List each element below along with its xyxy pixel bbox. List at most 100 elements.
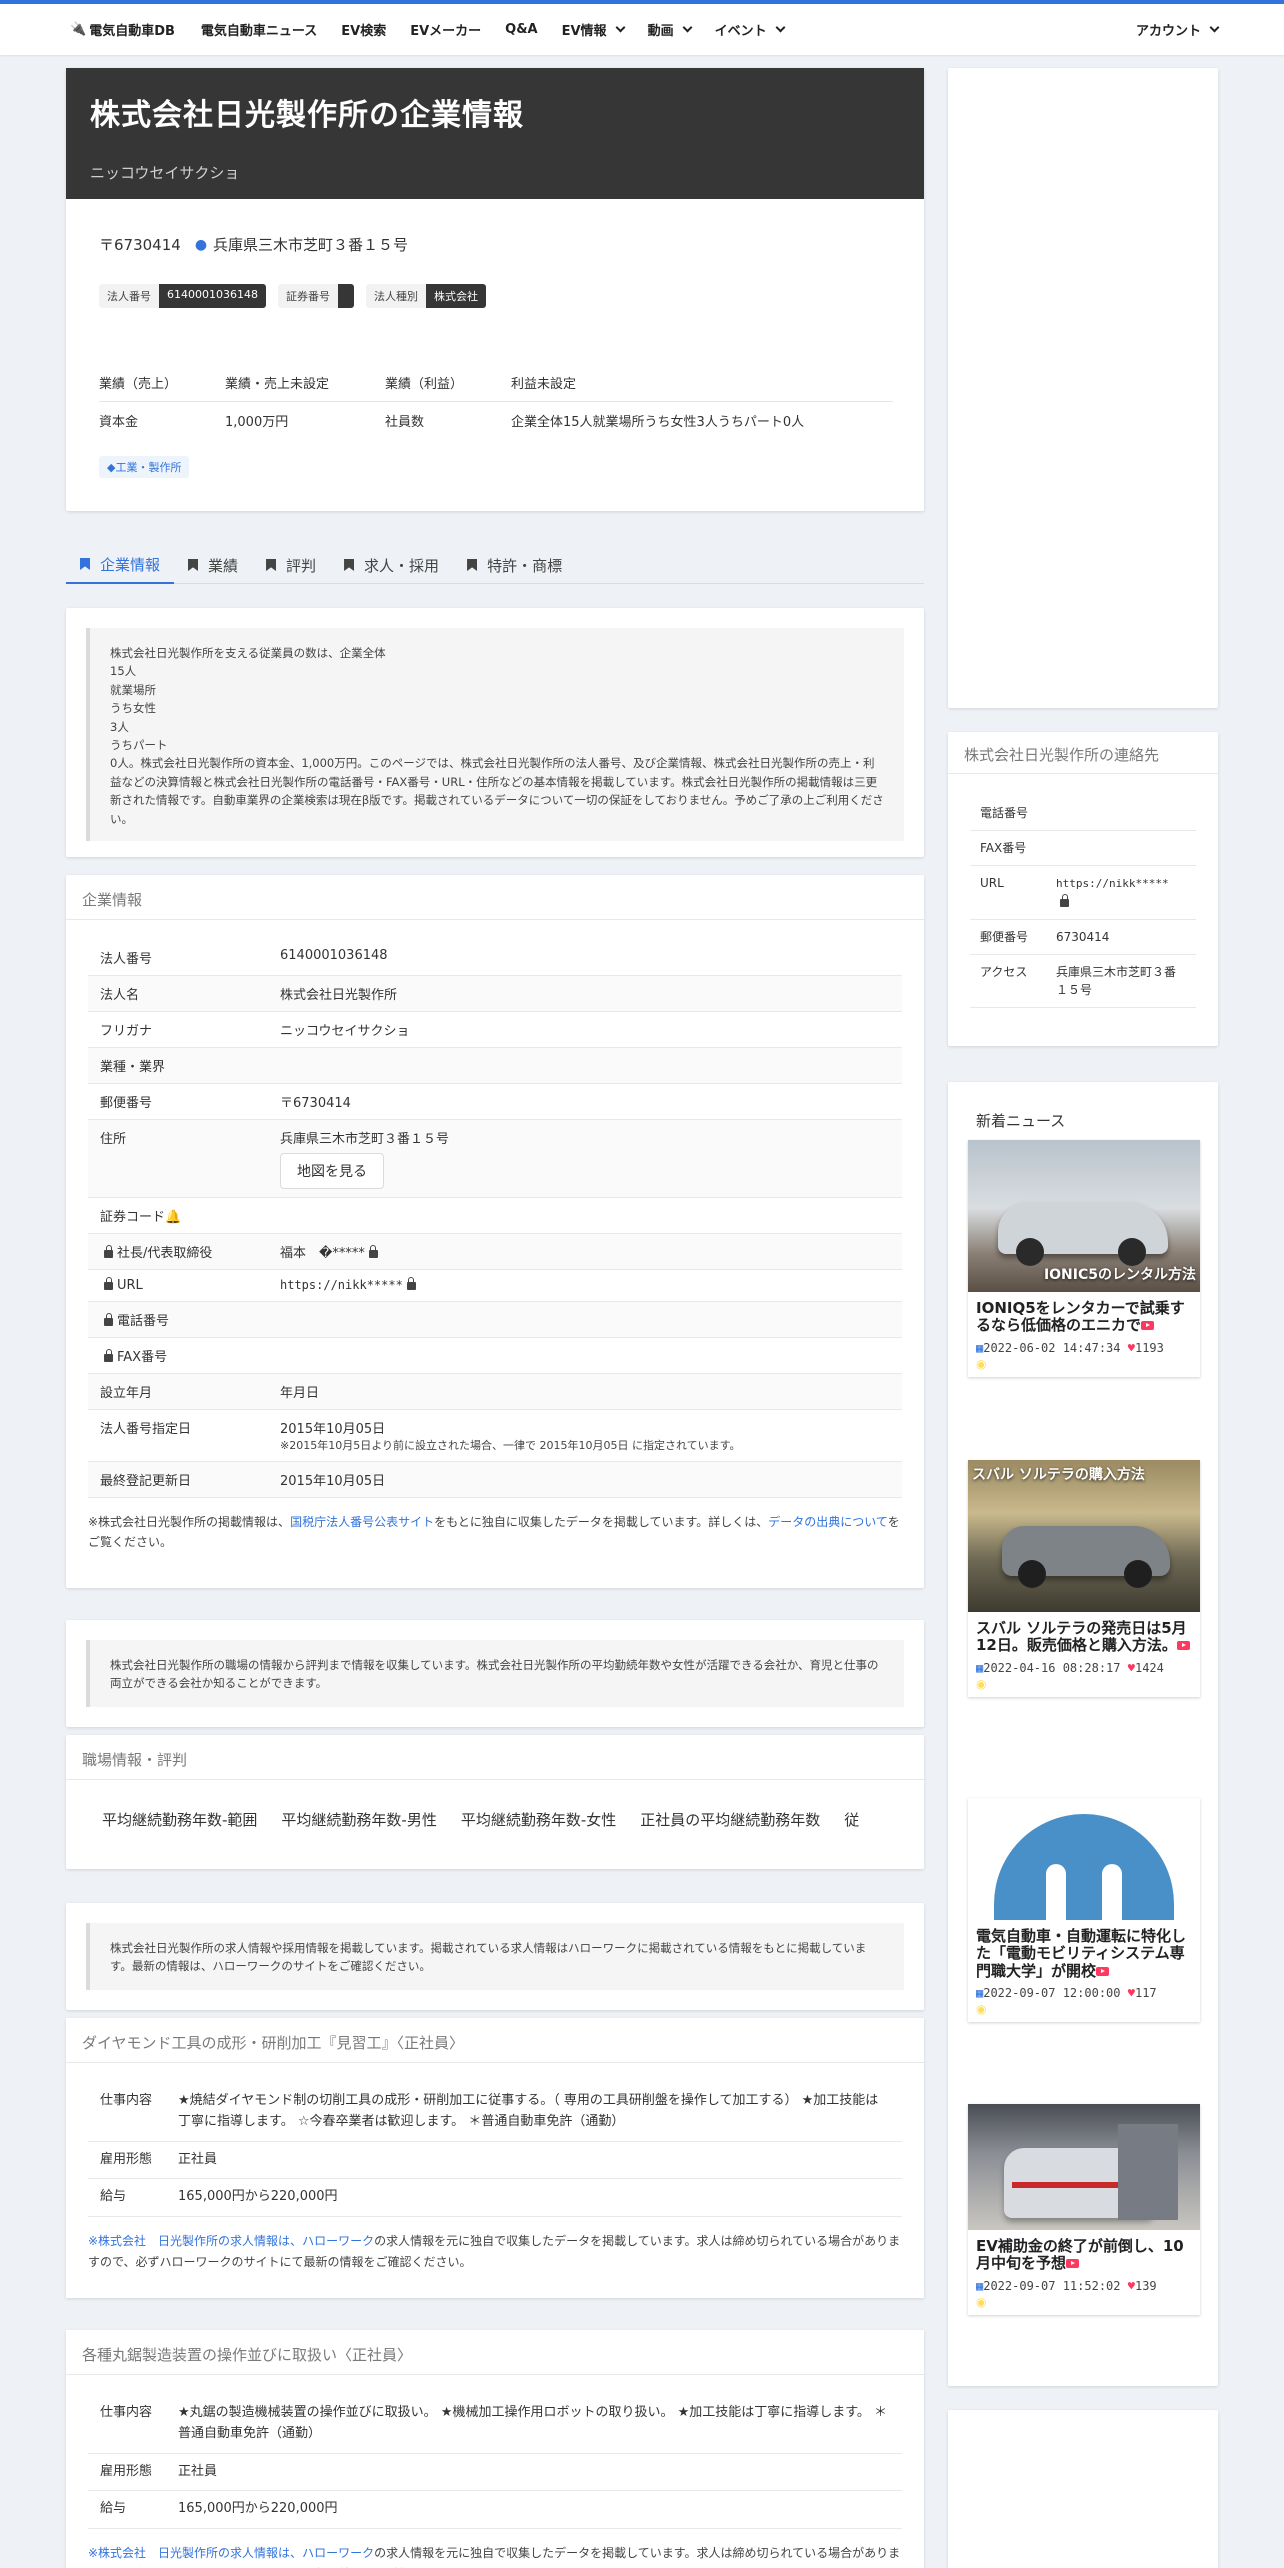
- news-title: スバル ソルテラの発売日は5月12日。販売価格と購入方法。: [968, 1612, 1200, 1655]
- hellowork-link[interactable]: ハローワーク: [302, 2234, 374, 2248]
- news-date: 2022-09-07 11:52:02: [983, 2278, 1121, 2293]
- news-meta: ▦2022-04-16 08:28:17 ♥1424: [968, 1655, 1200, 1675]
- navbar: 🔌 電気自動車DB 電気自動車ニュース EV検索 EVメーカー Q&A EV情報 …: [0, 4, 1284, 55]
- nav-ev-news[interactable]: 電気自動車ニュース: [201, 20, 317, 39]
- perf-label: 資本金: [99, 415, 139, 430]
- workplace-quote: 株式会社日光製作所の職場の情報から評判まで情報を収集しています。株式会社日光製作…: [86, 1640, 904, 1707]
- row-label: FAX番号: [88, 1337, 268, 1374]
- tab-performance[interactable]: 業績: [174, 546, 252, 584]
- tab-reputation[interactable]: 評判: [252, 546, 330, 584]
- corp-type-badge: 株式会社: [425, 284, 486, 308]
- row-label: URL: [88, 1269, 268, 1302]
- news-title: 電気自動車・自動運転に特化した「電動モビリティシステム専門職大学」が開校: [968, 1920, 1200, 1980]
- nav-ev-info[interactable]: EV情報: [562, 20, 626, 39]
- jobs-intro-card: 株式会社日光製作所の求人情報や採用情報を掲載しています。掲載されている求人情報は…: [66, 1903, 924, 2010]
- table-row: 法人番号 6140001036148: [88, 940, 902, 976]
- rss-icon: ◉: [976, 1676, 987, 1691]
- nav-ev-search[interactable]: EV検索: [341, 20, 386, 39]
- tab-company-info[interactable]: 企業情報: [66, 546, 175, 584]
- sidebar-ad-slot-bottom: [948, 2410, 1218, 2568]
- perf-value: 利益未設定: [511, 364, 893, 402]
- workplace-item[interactable]: 従: [844, 1809, 859, 1830]
- bookmark-icon: [266, 559, 277, 571]
- table-row: 住所 兵庫県三木市芝町３番１５号 地図を見る: [88, 1119, 902, 1198]
- workplace-item[interactable]: 正社員の平均継続勤務年数: [640, 1809, 820, 1830]
- nav-videos[interactable]: 動画: [648, 20, 693, 39]
- job-card: 各種丸鋸製造装置の操作並びに取扱い〈正社員〉 仕事内容 ★丸鋸の製造機械装置の操作…: [66, 2330, 924, 2568]
- perf-label: 業績（売上）: [99, 364, 225, 402]
- tab-label: 特許・商標: [487, 556, 563, 575]
- news-item[interactable]: スバル ソルテラの購入方法 スバル ソルテラの発売日は5月12日。販売価格と購入…: [968, 1460, 1200, 1697]
- company-info-card: 企業情報 法人番号 6140001036148 法人名 株式会社日光製作所 フリガナ…: [66, 875, 924, 1588]
- heart-icon: ♥: [1127, 1340, 1135, 1355]
- news-meta: ▦2022-09-07 11:52:02 ♥139: [968, 2273, 1200, 2293]
- job-title: 各種丸鋸製造装置の操作並びに取扱い〈正社員〉: [66, 2330, 924, 2375]
- data-source-link[interactable]: データの出典について: [768, 1515, 887, 1529]
- table-row: 電話番号: [88, 1301, 902, 1338]
- lock-icon: [368, 1245, 378, 1258]
- perf-value: 1,000万円: [225, 415, 289, 430]
- table-row: 社長/代表取締役 福本 �*****: [88, 1233, 902, 1270]
- tab-recruitment[interactable]: 求人・採用: [330, 546, 453, 584]
- note-text: ※株式会社日光製作所の掲載情報は、: [88, 1515, 291, 1529]
- table-row: 法人名 株式会社日光製作所: [88, 975, 902, 1012]
- nav-events[interactable]: イベント: [715, 20, 786, 39]
- row-label: 電話番号: [970, 796, 1046, 831]
- workplace-item[interactable]: 平均継続勤務年数-範囲: [102, 1809, 257, 1830]
- tab-patents[interactable]: 特許・商標: [453, 546, 576, 584]
- row-value: 6140001036148: [268, 940, 902, 976]
- job-note-link[interactable]: ※株式会社 日光製作所の求人情報は、: [88, 2546, 302, 2560]
- table-row: 最終登記更新日 2015年10月05日: [88, 1461, 902, 1498]
- table-row: FAX番号: [970, 830, 1196, 866]
- address-value: 兵庫県三木市芝町３番１５号: [280, 1132, 450, 1147]
- description-card: 株式会社日光製作所を支える従業員の数は、企業全体 15人 就業場所 うち女性 3…: [66, 608, 924, 857]
- bookmark-icon: [80, 558, 90, 570]
- view-map-button[interactable]: 地図を見る: [280, 1153, 384, 1189]
- nta-site-link[interactable]: 国税庁法人番号公表サイト: [290, 1515, 434, 1529]
- news-meta: ▦2022-06-02 14:47:34 ♥1193: [968, 1335, 1200, 1355]
- lock-icon: [104, 1245, 113, 1258]
- chevron-down-icon: [682, 22, 693, 33]
- bookmark-icon: [188, 559, 199, 571]
- address-text: 兵庫県三木市芝町３番１５号: [213, 236, 409, 254]
- description-line: 就業場所: [110, 682, 156, 697]
- news-title-text: EV補助金の終了が前倒し、10月中旬を予想: [976, 2237, 1184, 2273]
- table-row: 法人番号指定日 2015年10月05日 ※2015年10月5日より前に設立された場合…: [88, 1409, 902, 1462]
- hellowork-link[interactable]: ハローワーク: [302, 2546, 374, 2560]
- contact-card: 株式会社日光製作所の連絡先 電話番号 FAX番号 URL https://nikk…: [948, 732, 1218, 1046]
- nav-qa[interactable]: Q&A: [505, 22, 537, 37]
- company-info-table: 法人番号 6140001036148 法人名 株式会社日光製作所 フリガナ ニッコウセ…: [88, 940, 902, 1498]
- chevron-down-icon: [615, 22, 626, 33]
- job-note-link[interactable]: ※株式会社 日光製作所の求人情報は、: [88, 2234, 302, 2248]
- row-value: 年月日: [268, 1373, 902, 1410]
- tag-label: 法人番号: [99, 284, 159, 308]
- news-title-text: 電気自動車・自動運転に特化した「電動モビリティシステム専門職大学」が開校: [976, 1927, 1187, 1980]
- workplace-item[interactable]: 平均継続勤務年数-男性: [281, 1809, 436, 1830]
- chevron-down-icon: [775, 22, 786, 33]
- workplace-item[interactable]: 平均継続勤務年数-女性: [461, 1809, 616, 1830]
- news-item[interactable]: EV補助金の終了が前倒し、10月中旬を予想 ▦2022-09-07 11:52:…: [968, 2104, 1200, 2315]
- category-tag[interactable]: ◆工業・製作所: [99, 456, 190, 478]
- row-label-text: 証券コード: [100, 1210, 166, 1225]
- news-item[interactable]: IONIC5のレンタル方法 IONIQ5をレンタカーで試乗するなら低価格のエニカ…: [968, 1140, 1200, 1377]
- row-label: 業種・業界: [88, 1047, 268, 1084]
- workplace-intro-card: 株式会社日光製作所の職場の情報から評判まで情報を収集しています。株式会社日光製作…: [66, 1620, 924, 1727]
- section-title: 職場情報・評判: [66, 1735, 924, 1780]
- nav-account[interactable]: アカウント: [1136, 20, 1220, 39]
- table-row: 雇用形態 正社員: [88, 2141, 902, 2180]
- row-label: 法人名: [88, 975, 268, 1012]
- university-logo: [994, 1814, 1174, 1920]
- brand-link[interactable]: 🔌 電気自動車DB: [70, 20, 175, 39]
- news-date: 2022-06-02 14:47:34: [983, 1340, 1121, 1355]
- news-item[interactable]: 電気自動車・自動運転に特化した「電動モビリティシステム専門職大学」が開校 ▦20…: [968, 1798, 1200, 2022]
- category-label: 工業・製作所: [115, 461, 182, 474]
- ceo-value: 福本 �*****: [280, 1246, 365, 1261]
- row-label: 給与: [88, 2178, 166, 2218]
- tag-label: 証券番号: [277, 284, 338, 308]
- table-row: 仕事内容 ★焼結ダイヤモンド制の切削工具の成形・研削加工に従事する。（ 専用の工具…: [88, 2083, 902, 2142]
- nav-ev-makers[interactable]: EVメーカー: [410, 20, 481, 39]
- description-line: 株式会社日光製作所を支える従業員の数は、企業全体: [110, 646, 386, 660]
- section-title: 企業情報: [66, 875, 924, 920]
- contact-table: 電話番号 FAX番号 URL https://nikk***** 郵便番号 6730…: [970, 796, 1196, 1008]
- news-title: EV補助金の終了が前倒し、10月中旬を予想: [968, 2230, 1200, 2273]
